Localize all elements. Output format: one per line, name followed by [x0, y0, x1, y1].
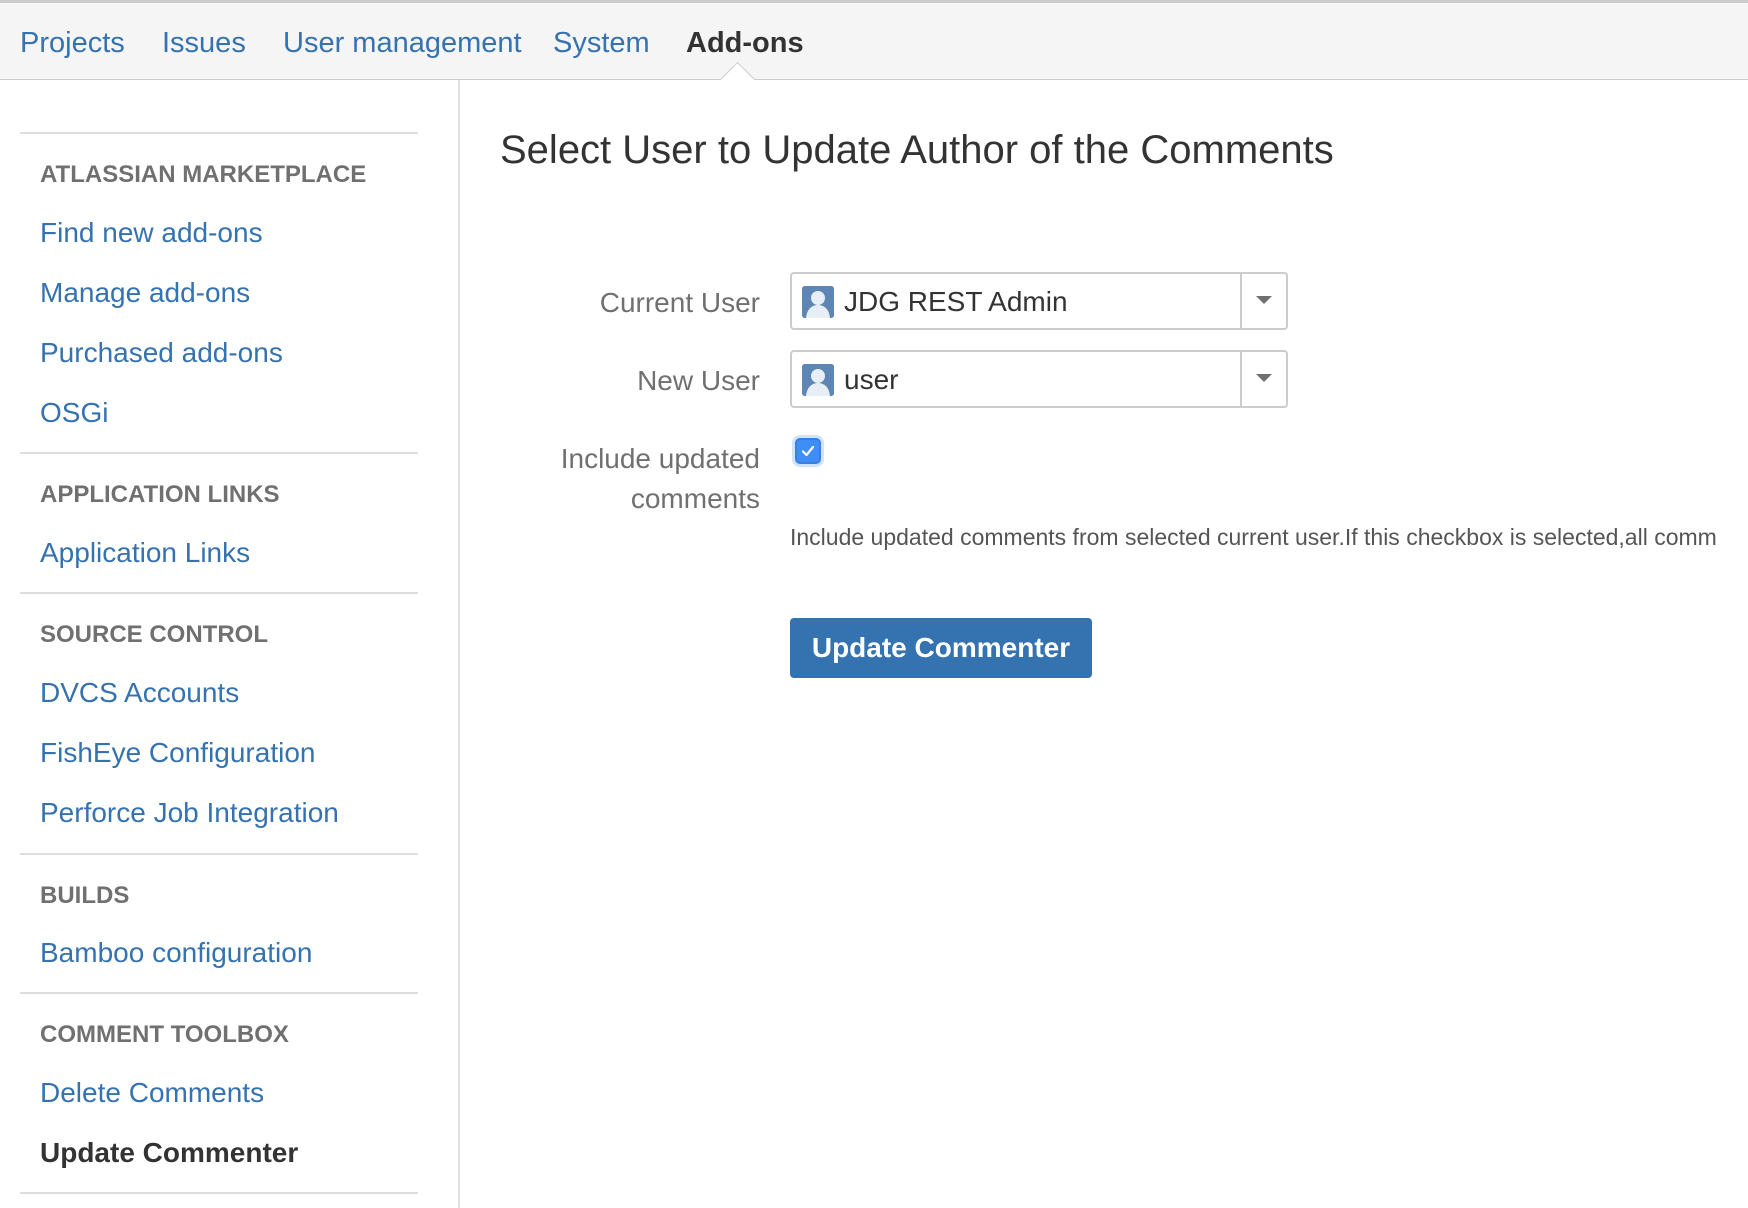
new-user-select[interactable]: user — [790, 350, 1288, 408]
sidebar-item-delete-comments[interactable]: Delete Comments — [40, 1077, 264, 1109]
dropdown-toggle[interactable] — [1240, 274, 1286, 328]
tab-projects[interactable]: Projects — [20, 27, 125, 60]
sidebar-heading-atlassian-marketplace: ATLASSIAN MARKETPLACE — [40, 161, 367, 188]
include-updated-label-line1: Include updated — [560, 443, 760, 474]
sidebar-divider — [20, 853, 418, 855]
sidebar-divider — [20, 1192, 418, 1194]
include-updated-label-line2: comments — [630, 483, 760, 514]
sidebar-divider — [20, 992, 418, 994]
sidebar-divider — [20, 592, 418, 594]
user-avatar-icon — [802, 364, 834, 396]
sidebar-item-bamboo-configuration[interactable]: Bamboo configuration — [40, 937, 312, 969]
sidebar-item-perforce-job-integration[interactable]: Perforce Job Integration — [40, 797, 339, 829]
chevron-down-icon — [1256, 296, 1272, 304]
sidebar-item-application-links[interactable]: Application Links — [40, 537, 250, 569]
tab-issues[interactable]: Issues — [162, 27, 246, 60]
sidebar-item-purchased-add-ons[interactable]: Purchased add-ons — [40, 337, 283, 369]
new-user-label: New User — [637, 365, 760, 396]
sidebar-heading-source-control: SOURCE CONTROL — [40, 621, 268, 648]
sidebar-heading-application-links: APPLICATION LINKS — [40, 481, 280, 508]
sidebar-item-dvcs-accounts[interactable]: DVCS Accounts — [40, 677, 239, 709]
sidebar-item-manage-add-ons[interactable]: Manage add-ons — [40, 277, 250, 309]
sidebar-heading-comment-toolbox: COMMENT TOOLBOX — [40, 1021, 289, 1048]
current-user-label: Current User — [599, 287, 760, 318]
sidebar-item-fisheye-configuration[interactable]: FishEye Configuration — [40, 737, 315, 769]
new-user-value: user — [844, 364, 899, 395]
help-text-container: Include updated comments from selected c… — [790, 520, 1748, 560]
top-navigation: Projects Issues User management System A… — [0, 0, 1748, 98]
check-icon — [801, 445, 815, 457]
page-title: Select User to Update Author of the Comm… — [500, 128, 1334, 172]
sidebar-item-update-commenter[interactable]: Update Commenter — [40, 1137, 298, 1169]
update-commenter-button[interactable]: Update Commenter — [790, 618, 1092, 678]
tab-add-ons[interactable]: Add-ons — [686, 27, 804, 60]
sidebar-divider — [20, 132, 418, 134]
tab-system[interactable]: System — [553, 27, 650, 60]
sidebar-heading-builds: BUILDS — [40, 882, 130, 909]
sidebar-border — [458, 80, 460, 1208]
dropdown-toggle[interactable] — [1240, 352, 1286, 406]
current-user-value: JDG REST Admin — [844, 286, 1068, 317]
include-updated-checkbox[interactable] — [795, 438, 821, 464]
user-avatar-icon — [802, 286, 834, 318]
include-updated-help-text: Include updated comments from selected c… — [790, 524, 1717, 550]
tab-user-management[interactable]: User management — [283, 27, 522, 60]
current-user-select[interactable]: JDG REST Admin — [790, 272, 1288, 330]
chevron-down-icon — [1256, 374, 1272, 382]
sidebar-divider — [20, 452, 418, 454]
active-tab-indicator — [719, 61, 756, 98]
sidebar-item-find-new-add-ons[interactable]: Find new add-ons — [40, 217, 263, 249]
sidebar-item-osgi[interactable]: OSGi — [40, 397, 108, 429]
